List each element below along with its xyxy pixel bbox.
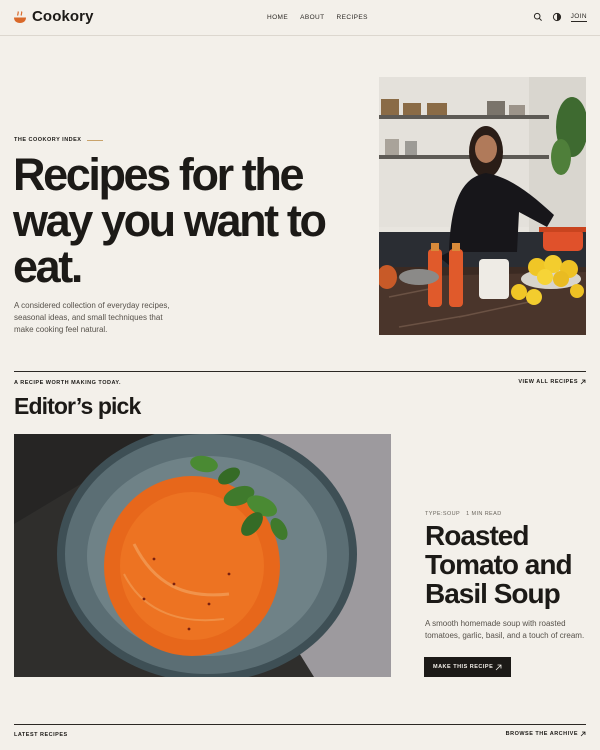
search-icon[interactable] <box>533 12 543 22</box>
join-link[interactable]: JOIN <box>570 13 587 22</box>
main-nav: HOME ABOUT RECIPES <box>267 14 368 21</box>
contrast-icon[interactable] <box>552 12 562 22</box>
hero-photo-cook-in-kitchen <box>379 77 586 335</box>
browse-archive-link[interactable]: BROWSE THE ARCHIVE <box>506 731 586 737</box>
view-all-recipes-link[interactable]: VIEW ALL RECIPES <box>518 379 586 385</box>
hero-title: Recipes for the way you want to eat. <box>13 149 327 292</box>
latest-divider <box>14 724 586 725</box>
hero-eyebrow: THE COOKORY INDEX <box>14 137 104 143</box>
eyebrow-text: THE COOKORY INDEX <box>14 137 82 143</box>
meta-read-time: 1 MIN READ <box>466 511 502 517</box>
recipe-title[interactable]: Roasted Tomato and Basil Soup <box>425 521 595 608</box>
arrow-up-right-icon <box>495 664 502 670</box>
logo-text: Cookory <box>32 8 94 25</box>
section-title: Editor’s pick <box>14 393 141 419</box>
make-recipe-label: MAKE THIS RECIPE <box>433 664 494 670</box>
bowl-steam-icon <box>14 10 26 23</box>
site-header: Cookory HOME ABOUT RECIPES JOIN <box>0 0 600 36</box>
browse-archive-label: BROWSE THE ARCHIVE <box>505 731 578 737</box>
soup-photo <box>14 434 391 677</box>
section-divider <box>14 371 586 372</box>
meta-type: TYPE:SOUP <box>425 511 461 517</box>
eyebrow-rule <box>87 139 104 141</box>
arrow-up-right-icon <box>580 731 586 737</box>
arrow-up-right-icon <box>580 379 586 385</box>
recipe-description: A smooth homemade soup with roasted toma… <box>425 619 585 640</box>
nav-recipes[interactable]: RECIPES <box>337 14 368 21</box>
logo[interactable]: Cookory <box>13 8 94 25</box>
recipe-meta: TYPE:SOUP 1 MIN READ <box>425 511 502 517</box>
view-all-label: VIEW ALL RECIPES <box>518 379 578 385</box>
header-tools: JOIN <box>533 12 587 22</box>
hero-subtitle: A considered collection of everyday reci… <box>14 301 170 334</box>
featured-kicker: A RECIPE WORTH MAKING TODAY. <box>14 380 121 386</box>
nav-about[interactable]: ABOUT <box>300 14 324 21</box>
make-recipe-button[interactable]: MAKE THIS RECIPE <box>424 657 511 677</box>
nav-home[interactable]: HOME <box>267 14 288 21</box>
latest-label: LATEST RECIPES <box>14 732 68 738</box>
